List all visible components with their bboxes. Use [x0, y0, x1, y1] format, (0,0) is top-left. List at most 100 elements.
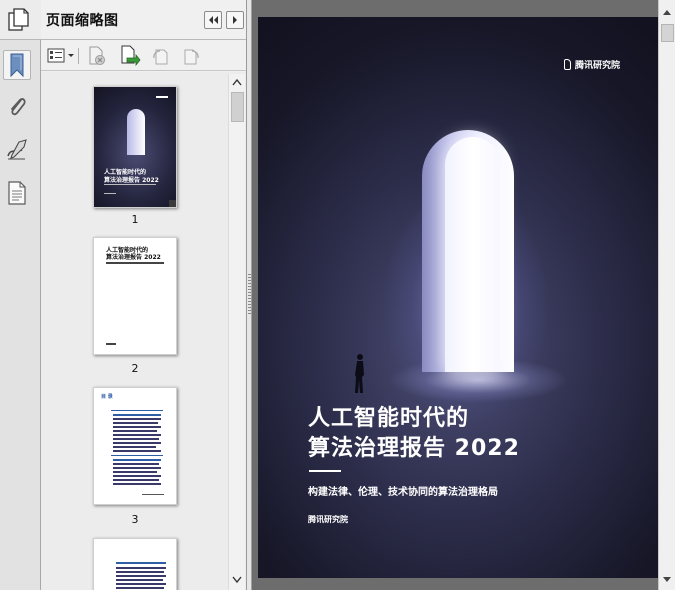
- page-number-3: 3: [131, 513, 139, 526]
- toc-line: [113, 475, 161, 477]
- toc-line: [113, 418, 161, 420]
- thumbnails-list[interactable]: 人工智能时代的 算法治理报告 2022 1 人工智能时代的 算法治理报告 202…: [41, 72, 246, 590]
- double-chevron-left-icon: [209, 16, 218, 24]
- mini-footer-line: [106, 343, 116, 345]
- page-thumbnail-4[interactable]: [93, 538, 177, 590]
- walking-person-figure: [355, 354, 364, 393]
- rotate-left-button[interactable]: [151, 45, 171, 67]
- toc-line: [116, 571, 164, 573]
- mini-arch: [127, 109, 145, 155]
- page-number-1: 1: [131, 213, 139, 226]
- toc-line: [113, 467, 161, 469]
- toc-line: [113, 430, 157, 432]
- attachments-button[interactable]: [3, 92, 31, 122]
- page-thumbnail-3[interactable]: 目 录: [93, 387, 177, 505]
- toc-line: [113, 463, 159, 465]
- rotate-left-icon: [153, 49, 168, 65]
- insert-page-button[interactable]: [119, 45, 141, 67]
- toc-line: [113, 414, 161, 416]
- attachment-icon: [11, 98, 26, 116]
- chevron-up-icon: [232, 78, 242, 86]
- expand-panel-button[interactable]: [226, 11, 244, 29]
- toc-line: [113, 426, 161, 428]
- mini-publisher: [104, 193, 116, 194]
- splitter-grip: [248, 274, 251, 314]
- signatures-button[interactable]: [3, 135, 31, 165]
- document-scrollbar[interactable]: [658, 0, 675, 590]
- pages-icon: [8, 8, 29, 31]
- scrollbar-thumb[interactable]: [231, 92, 244, 122]
- toc-line: [113, 483, 161, 485]
- chevron-down-icon: [232, 576, 242, 584]
- cover-page: 腾讯研究院 人工智能时代的 算法治理报告 2022 构建法律、伦理、技术协同的算…: [258, 17, 658, 578]
- chevron-right-icon: [233, 16, 237, 24]
- navigation-rail: [0, 0, 41, 590]
- page-thumbnail-1[interactable]: 人工智能时代的 算法治理报告 2022: [93, 86, 177, 208]
- toc-line: [116, 579, 163, 581]
- toc-footer: [142, 494, 164, 495]
- toc-line: [113, 422, 158, 424]
- mini-logo: [156, 96, 168, 98]
- document-icon: [8, 181, 26, 205]
- collapse-panel-button[interactable]: [204, 11, 222, 29]
- title-divider: [309, 470, 341, 472]
- mini-toc-heading: 目 录: [101, 394, 113, 400]
- delete-page-icon: [89, 46, 105, 65]
- toc-rule: [111, 455, 163, 456]
- toc-line: [113, 450, 161, 452]
- thumbnails-scrollbar[interactable]: [228, 74, 245, 590]
- mini-subtitle: [104, 184, 156, 185]
- page-thumbnails-panel: 页面缩略图 人工智能时代的 算法治理报告 2022 1 人工智能时代的 算法治理…: [41, 0, 247, 590]
- thumbnails-toolbar: [41, 41, 246, 71]
- toolbar-divider: [78, 48, 79, 64]
- toc-line: [113, 438, 159, 440]
- toc-line: [116, 587, 164, 589]
- scroll-down-button[interactable]: [229, 572, 245, 588]
- toc-line: [116, 575, 166, 577]
- mini-subtitle-line: [106, 262, 164, 264]
- arch-light: [445, 137, 500, 372]
- toc-line: [113, 442, 161, 444]
- cover-title-line-1: 人工智能时代的: [308, 406, 470, 431]
- options-icon: [47, 48, 74, 63]
- mini-title-2: 算法治理报告 2022: [104, 177, 159, 184]
- scroll-up-button[interactable]: [659, 4, 675, 20]
- toc-line: [113, 459, 161, 461]
- bookmark-icon: [10, 53, 24, 78]
- scroll-up-button[interactable]: [229, 74, 245, 90]
- toc-line: [113, 434, 161, 436]
- document-view[interactable]: 腾讯研究院 人工智能时代的 算法治理报告 2022 构建法律、伦理、技术协同的算…: [252, 0, 658, 590]
- page-number-2: 2: [131, 362, 139, 375]
- page-thumbnail-2[interactable]: 人工智能时代的 算法治理报告 2022: [93, 237, 177, 355]
- toc-line: [113, 479, 159, 481]
- panel-header: 页面缩略图: [41, 0, 246, 40]
- bookmarks-button[interactable]: [3, 50, 31, 80]
- panel-title: 页面缩略图: [46, 13, 119, 29]
- options-menu-button[interactable]: [47, 45, 75, 67]
- logo-text: 腾讯研究院: [575, 61, 621, 71]
- publisher-logo: 腾讯研究院: [564, 58, 620, 71]
- cover-thumbnail-image: 人工智能时代的 算法治理报告 2022: [94, 87, 176, 207]
- delete-page-button[interactable]: [86, 45, 108, 67]
- logo-mark-icon: [564, 59, 571, 70]
- toc-line: [116, 562, 166, 564]
- toc-line: [116, 583, 166, 585]
- cover-title-line-2: 算法治理报告 2022: [308, 436, 520, 461]
- signature-icon: [7, 139, 27, 160]
- pages-panel-toggle[interactable]: [0, 0, 41, 40]
- toc-line: [113, 446, 156, 448]
- toc-line: [116, 567, 166, 569]
- toc-line: [113, 471, 157, 473]
- rotate-right-button[interactable]: [181, 45, 201, 67]
- cover-subtitle: 构建法律、伦理、技术协同的算法治理格局: [308, 487, 498, 498]
- chevron-up-icon: [663, 10, 671, 15]
- content-button[interactable]: [3, 178, 31, 208]
- page-corner-marker: [169, 200, 176, 207]
- scroll-down-button[interactable]: [659, 572, 675, 588]
- cover-publisher: 腾讯研究院: [308, 515, 348, 524]
- mini-title-2: 算法治理报告 2022: [106, 254, 161, 261]
- rotate-right-icon: [184, 49, 199, 65]
- scrollbar-thumb[interactable]: [661, 24, 674, 42]
- insert-page-icon: [121, 45, 141, 67]
- toc-rule: [111, 410, 163, 411]
